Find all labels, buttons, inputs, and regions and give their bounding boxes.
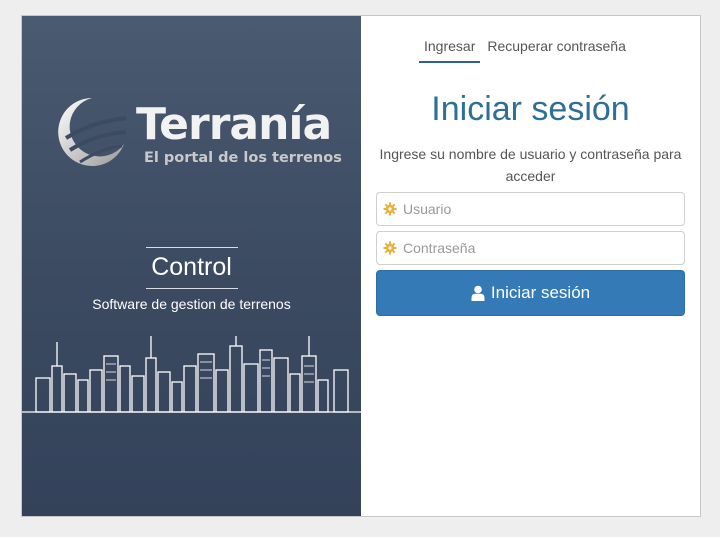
password-field[interactable] (376, 231, 685, 265)
globe-swoosh-icon (58, 98, 127, 166)
gear-icon (377, 231, 403, 265)
tab-recuperar-contrasena[interactable]: Recuperar contraseña (482, 38, 631, 63)
password-input[interactable] (403, 233, 684, 263)
username-field[interactable] (376, 192, 685, 226)
brand-tagline: El portal de los terrenos (144, 150, 342, 166)
app-subtitle: Software de gestion de terrenos (92, 296, 291, 312)
login-button-label: Iniciar sesión (490, 283, 591, 302)
username-input[interactable] (403, 194, 684, 224)
page-title: Iniciar sesión (431, 90, 630, 128)
login-tabs: Ingresar Recuperar contraseña (419, 38, 631, 63)
login-instructions: Ingrese su nombre de usuario y contraseñ… (379, 146, 682, 184)
user-icon (471, 285, 485, 301)
login-button[interactable]: Iniciar sesión (376, 270, 685, 316)
brand-name: Terranía (136, 99, 332, 150)
tab-ingresar[interactable]: Ingresar (419, 38, 481, 63)
app-title: Control (151, 253, 232, 281)
login-card: Terranía El portal de los terrenos Contr… (21, 15, 701, 517)
brand-panel: Terranía El portal de los terrenos Contr… (22, 16, 361, 516)
gear-icon (377, 192, 403, 226)
divider (146, 247, 238, 248)
terrania-logo: Terranía El portal de los terrenos (52, 92, 342, 172)
divider (146, 288, 238, 289)
city-skyline-illustration (22, 336, 361, 413)
login-panel: Ingresar Recuperar contraseña Iniciar se… (361, 16, 700, 516)
